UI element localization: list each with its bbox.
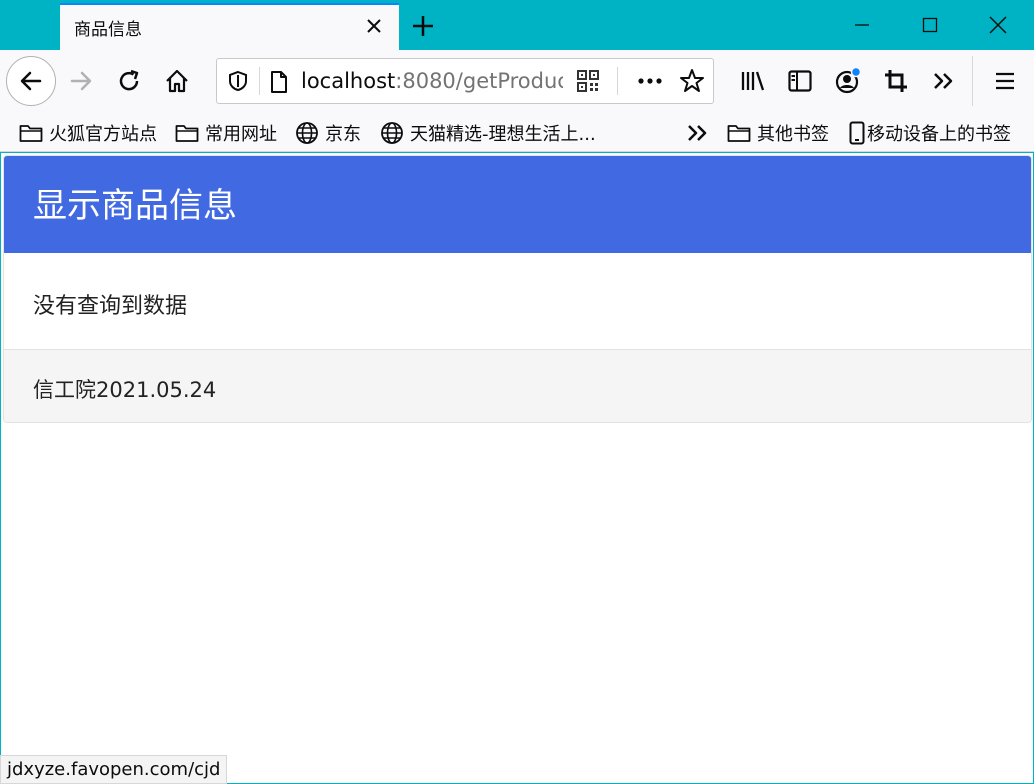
title-bar: 商品信息 [0, 0, 1034, 50]
bookmark-item-3[interactable]: 天猫精选-理想生活上... [380, 120, 596, 146]
new-tab-button[interactable] [408, 11, 438, 41]
bookmark-item-2[interactable]: 京东 [295, 120, 361, 146]
overflow-chevron-icon[interactable] [927, 64, 961, 98]
url-host: localhost [301, 69, 396, 93]
bookmark-label: 天猫精选-理想生活上... [410, 124, 596, 145]
folder-icon [727, 125, 751, 142]
url-separator [259, 67, 260, 95]
close-window-button[interactable] [964, 0, 1032, 50]
url-bar[interactable]: localhost:8080/getProduct [216, 58, 714, 104]
status-bar-url: jdxyze.favopen.com/cjd [0, 755, 228, 784]
other-bookmarks-label: 其他书签 [757, 124, 829, 145]
maximize-button[interactable] [896, 0, 964, 50]
url-text[interactable]: localhost:8080/getProduct [301, 69, 563, 93]
page-icon[interactable] [269, 70, 289, 98]
bookmark-label: 火狐官方站点 [49, 124, 157, 145]
hamburger-menu-icon[interactable] [988, 64, 1022, 98]
other-bookmarks[interactable]: 其他书签 [727, 120, 829, 146]
page-title: 显示商品信息 [33, 186, 237, 226]
product-card: 显示商品信息 没有查询到数据 信工院2021.05.24 [3, 155, 1032, 423]
folder-icon [175, 125, 199, 142]
star-bookmark-icon[interactable] [679, 68, 705, 98]
forward-button[interactable] [64, 64, 98, 98]
minimize-button[interactable] [828, 0, 896, 50]
globe-icon [296, 122, 318, 144]
more-actions-icon[interactable] [637, 70, 663, 96]
footer-text: 信工院2021.05.24 [33, 378, 217, 402]
card-header: 显示商品信息 [4, 156, 1031, 253]
back-button[interactable] [6, 56, 56, 106]
nav-toolbar: localhost:8080/getProduct [0, 50, 1034, 112]
sidebar-icon[interactable] [783, 64, 817, 98]
globe-icon [381, 122, 403, 144]
mobile-device-icon [849, 121, 865, 145]
card-footer: 信工院2021.05.24 [4, 350, 1031, 422]
bookmarks-toolbar: 火狐官方站点 常用网址 京东 天猫精选-理想生活上... 其他书签 移动设备上的… [0, 112, 1034, 152]
bookmark-label: 常用网址 [205, 124, 277, 145]
qr-code-icon[interactable] [577, 70, 599, 96]
library-icon[interactable] [736, 64, 770, 98]
account-icon[interactable] [831, 64, 865, 98]
home-icon[interactable] [160, 64, 194, 98]
bookmarks-overflow-chevron-icon[interactable] [686, 120, 716, 146]
reload-icon[interactable] [112, 64, 146, 98]
bookmark-item-0[interactable]: 火狐官方站点 [19, 120, 157, 146]
bookmark-label: 京东 [325, 124, 361, 145]
tab-title: 商品信息 [74, 20, 142, 40]
bookmark-item-1[interactable]: 常用网址 [175, 120, 277, 146]
folder-icon [19, 125, 43, 142]
card-body: 没有查询到数据 [4, 253, 1031, 350]
crop-screenshot-icon[interactable] [879, 64, 913, 98]
empty-data-message: 没有查询到数据 [33, 294, 188, 319]
tab-close-icon[interactable] [363, 15, 385, 37]
shield-icon[interactable] [227, 70, 249, 96]
mobile-bookmarks-label: 移动设备上的书签 [867, 124, 1011, 145]
mobile-bookmarks[interactable]: 移动设备上的书签 [849, 120, 1011, 146]
page-content: 显示商品信息 没有查询到数据 信工院2021.05.24 [0, 153, 1034, 784]
tab-active[interactable]: 商品信息 [60, 3, 399, 50]
toolbar-separator [972, 56, 973, 106]
url-path: :8080/getProduct [395, 69, 563, 93]
url-separator-2 [617, 67, 618, 95]
